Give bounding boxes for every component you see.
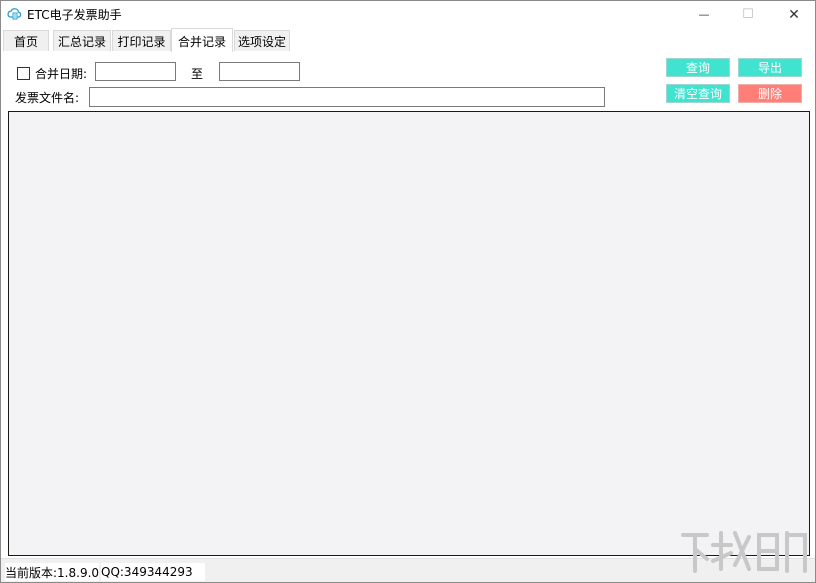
close-button[interactable]: ✕ — [771, 1, 815, 28]
version-label: 当前版本:1.8.9.0 — [5, 563, 100, 581]
app-window: ETC电子发票助手 — ☐ ✕ 首页 汇总记录 打印记录 合并记录 选项设定 合… — [0, 0, 816, 583]
tab-label: 选项设定 — [237, 34, 286, 49]
file-name-input[interactable] — [89, 87, 605, 107]
records-grid[interactable] — [8, 111, 810, 556]
tab-strip: 首页 汇总记录 打印记录 合并记录 选项设定 — [1, 28, 815, 53]
export-button[interactable]: 导出 — [738, 58, 802, 77]
delete-button-label: 删除 — [757, 87, 782, 101]
watermark-logo — [681, 531, 807, 573]
minimize-button[interactable]: — — [681, 1, 727, 28]
merge-records-panel: 合并日期: 至 发票文件名: 查询 导出 清空查询 删除 — [1, 52, 815, 558]
tab-print-records[interactable]: 打印记录 — [112, 30, 171, 51]
to-label: 至 — [191, 67, 204, 81]
tab-label: 汇总记录 — [57, 34, 106, 49]
merge-date-label: 合并日期: — [35, 67, 88, 81]
qq-label: QQ:349344293 — [101, 563, 205, 581]
tab-home[interactable]: 首页 — [3, 30, 49, 51]
close-icon: ✕ — [788, 6, 800, 23]
app-icon — [7, 8, 22, 20]
minimize-icon: — — [698, 8, 710, 21]
tab-label: 首页 — [13, 34, 38, 49]
tab-options[interactable]: 选项设定 — [234, 30, 290, 51]
title-bar: ETC电子发票助手 — ☐ ✕ — [1, 1, 815, 28]
clear-query-button-label: 清空查询 — [673, 87, 722, 101]
tab-merge-records[interactable]: 合并记录 — [171, 28, 233, 53]
delete-button[interactable]: 删除 — [738, 84, 802, 103]
start-date-input[interactable] — [95, 62, 176, 81]
tab-label: 合并记录 — [177, 34, 226, 49]
end-date-input[interactable] — [219, 62, 300, 81]
tab-label: 打印记录 — [117, 34, 166, 49]
merge-date-checkbox[interactable] — [17, 67, 30, 80]
export-button-label: 导出 — [757, 61, 782, 75]
query-button-label: 查询 — [685, 61, 710, 75]
query-button[interactable]: 查询 — [666, 58, 730, 77]
maximize-icon: ☐ — [742, 7, 754, 22]
clear-query-button[interactable]: 清空查询 — [666, 84, 730, 103]
window-title: ETC电子发票助手 — [27, 8, 122, 22]
maximize-button[interactable]: ☐ — [725, 1, 771, 28]
file-name-label: 发票文件名: — [15, 91, 80, 105]
tab-summary-records[interactable]: 汇总记录 — [53, 30, 111, 51]
